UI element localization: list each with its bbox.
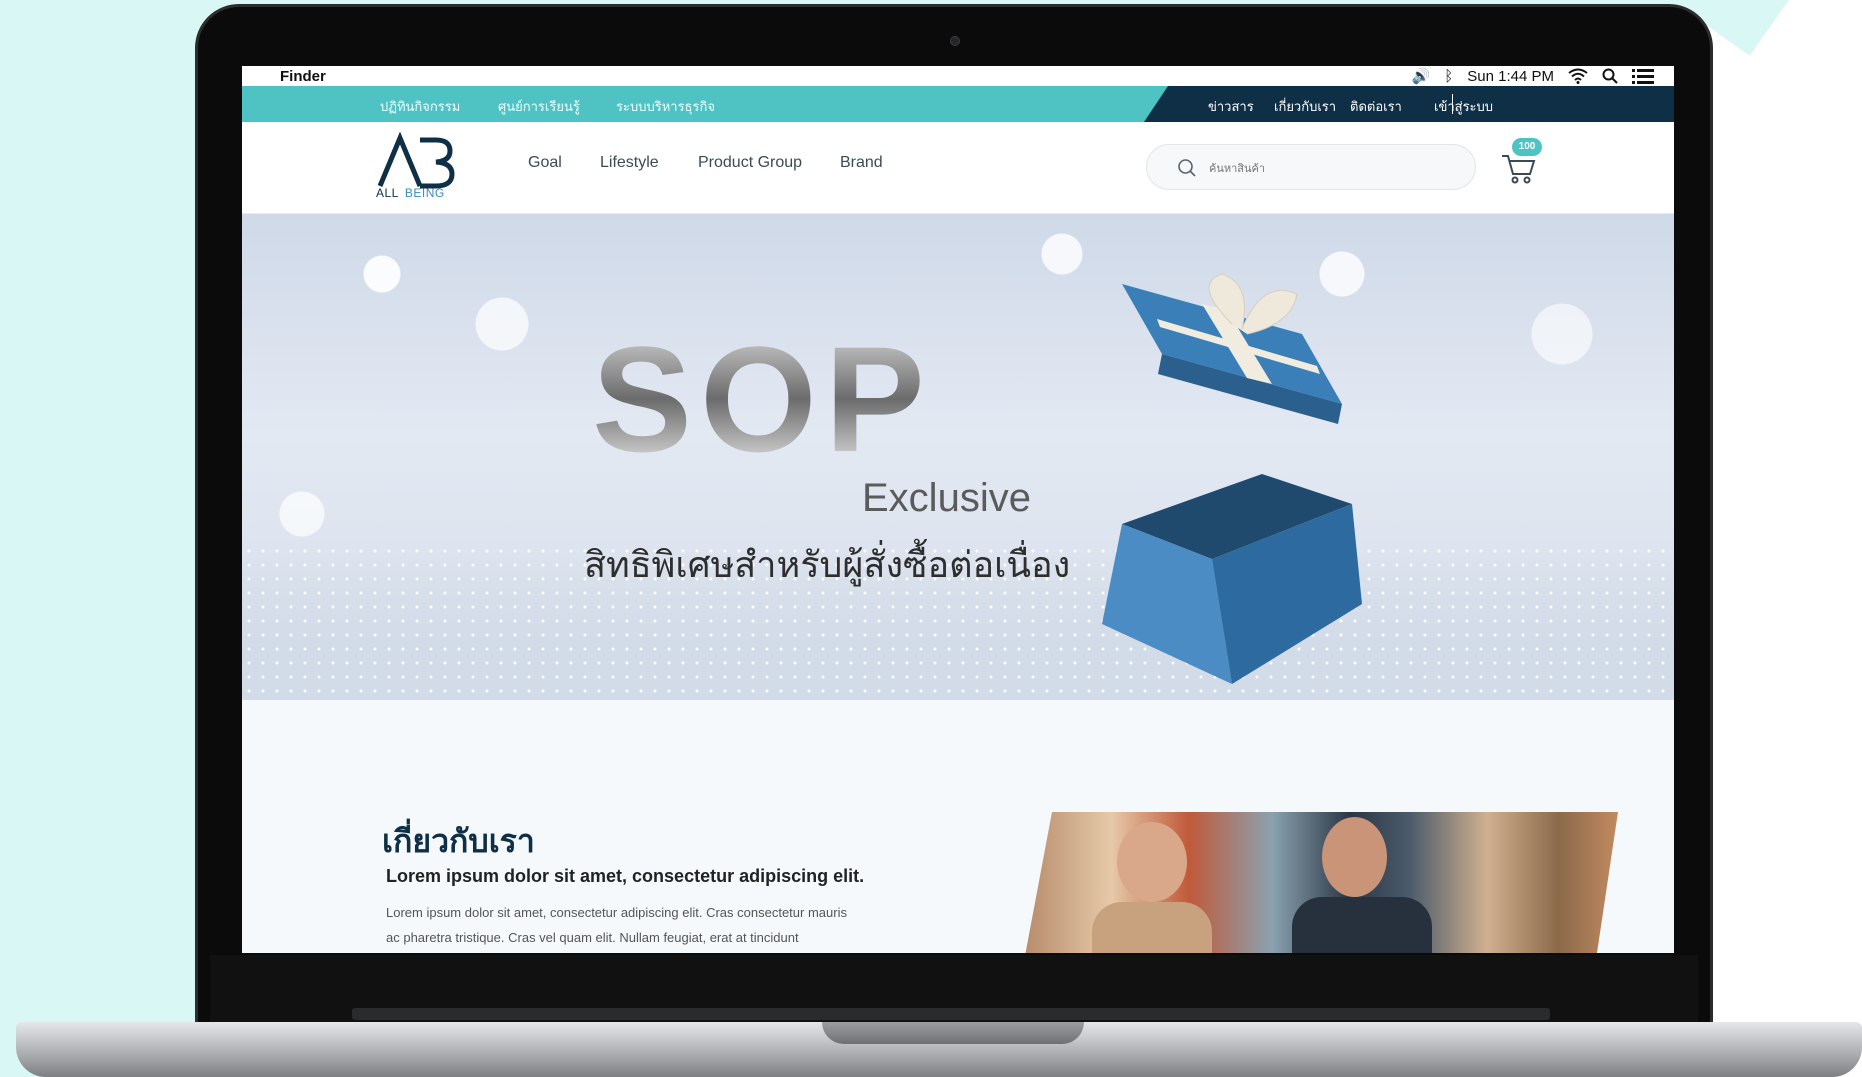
top-bar-dark-section: ข่าวสาร เกี่ยวกับเรา ติดต่อเรา เข้าสู่ระ…: [1144, 86, 1674, 122]
nav-product-group[interactable]: Product Group: [698, 154, 802, 172]
about-body-line-2: ac pharetra tristique. Cras vel quam eli…: [386, 930, 799, 945]
banner-tagline: สิทธิพิเศษสำหรับผู้สั่งซื้อต่อเนื่อง: [584, 545, 1071, 586]
logo-wordmark: ALL BEING: [376, 186, 445, 200]
person-body-left: [1092, 902, 1212, 953]
nav-lifestyle[interactable]: Lifestyle: [600, 154, 659, 172]
gift-box-image: [1102, 274, 1362, 684]
link-contact[interactable]: ติดต่อเรา: [1350, 96, 1402, 117]
nav-goal[interactable]: Goal: [528, 154, 562, 172]
search-icon[interactable]: [1177, 158, 1197, 178]
banner-subheadline: Exclusive: [862, 476, 1031, 520]
person-face-left: [1117, 822, 1187, 902]
about-body: Lorem ipsum dolor sit amet, consectetur …: [386, 900, 906, 950]
list-icon[interactable]: [1632, 68, 1654, 84]
hero-banner[interactable]: SOP Exclusive สิทธิพิเศษสำหรับผู้สั่งซื้…: [242, 214, 1674, 700]
background-white-panel: [1700, 0, 1862, 1077]
logo-all: ALL: [376, 186, 399, 200]
macos-menubar: Finder 🔊 ᛒ Sun 1:44 PM: [242, 66, 1674, 86]
search-input[interactable]: [1209, 157, 1449, 179]
nav-brand[interactable]: Brand: [840, 154, 883, 172]
browser-screen: Finder 🔊 ᛒ Sun 1:44 PM ปฏิทินกิจกรรม ศูน…: [242, 66, 1674, 953]
site-header: ALL BEING Goal Lifestyle Product Group Br…: [242, 122, 1674, 214]
search-box[interactable]: [1146, 144, 1476, 190]
about-title: เกี่ยวกับเรา: [382, 822, 535, 860]
about-subtitle: Lorem ipsum dolor sit amet, consectetur …: [386, 866, 865, 886]
top-bar-divider: [1452, 94, 1453, 114]
logo-being: BEING: [404, 186, 445, 200]
link-learning-center[interactable]: ศูนย์การเรียนรู้: [498, 96, 580, 117]
laptop-hinge: [352, 1008, 1550, 1020]
clock[interactable]: Sun 1:44 PM: [1467, 68, 1554, 85]
top-utility-bar: ปฏิทินกิจกรรม ศูนย์การเรียนรู้ ระบบบริหา…: [242, 86, 1674, 122]
link-news[interactable]: ข่าวสาร: [1208, 96, 1254, 117]
cart-count-badge: 100: [1512, 138, 1542, 156]
person-body-right: [1292, 897, 1432, 953]
banner-headline: SOP: [592, 315, 933, 483]
menubar-status-area: 🔊 ᛒ Sun 1:44 PM: [1412, 66, 1654, 86]
link-business-system[interactable]: ระบบบริหารธุรกิจ: [616, 96, 715, 117]
about-body-line-1: Lorem ipsum dolor sit amet, consectetur …: [386, 905, 847, 920]
laptop-notch: [822, 1022, 1084, 1044]
volume-icon[interactable]: 🔊: [1412, 67, 1431, 85]
wifi-icon[interactable]: [1568, 68, 1588, 84]
bluetooth-icon[interactable]: ᛒ: [1444, 68, 1453, 85]
search-icon[interactable]: [1602, 68, 1618, 84]
about-photo: [1022, 812, 1618, 953]
webcam: [950, 36, 960, 46]
person-face-right: [1322, 817, 1387, 897]
app-name[interactable]: Finder: [280, 68, 326, 85]
link-login[interactable]: เข้าสู่ระบบ: [1434, 96, 1493, 117]
link-about-us[interactable]: เกี่ยวกับเรา: [1274, 96, 1336, 117]
link-calendar[interactable]: ปฏิทินกิจกรรม: [380, 96, 460, 117]
